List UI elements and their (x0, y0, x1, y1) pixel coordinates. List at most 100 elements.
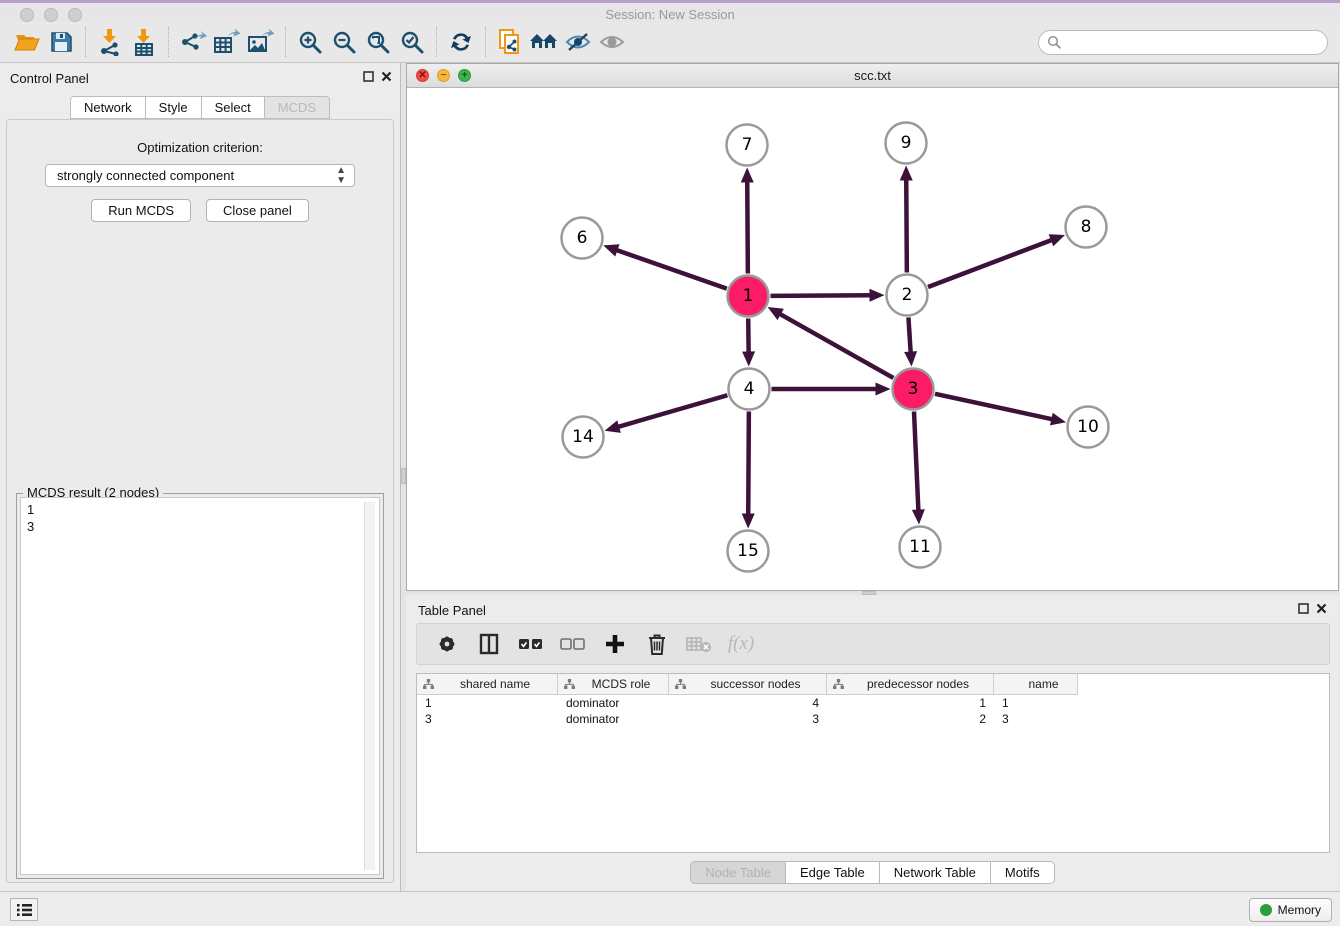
graph-edge[interactable] (906, 177, 907, 272)
column-header-shared-name[interactable]: shared name (417, 674, 558, 695)
float-panel-icon[interactable] (1298, 603, 1309, 614)
graph-edge[interactable] (615, 249, 727, 288)
graph-node-label: 6 (577, 228, 588, 248)
export-image-icon[interactable] (244, 26, 278, 58)
graph-edge-arrowhead (741, 167, 754, 182)
table-tabs: Node Table Edge Table Network Table Moti… (406, 861, 1339, 884)
zoom-out-icon[interactable] (327, 26, 361, 58)
unchecked-rows-icon[interactable] (559, 629, 587, 659)
graph-edge[interactable] (778, 313, 893, 378)
network-window-title: scc.txt (407, 68, 1338, 83)
close-panel-button[interactable]: Close panel (206, 199, 309, 222)
graph-edge-arrowhead (1050, 413, 1066, 426)
graph-edge[interactable] (747, 179, 748, 273)
tab-motifs[interactable]: Motifs (991, 861, 1055, 884)
save-icon[interactable] (44, 26, 78, 58)
column-header-successor-nodes[interactable]: successor nodes (669, 674, 827, 695)
search-input[interactable] (1038, 30, 1328, 55)
network-canvas[interactable]: 7968124314101511 (407, 88, 1338, 590)
graph-edge-arrowhead (869, 289, 884, 302)
graph-edge[interactable] (770, 295, 872, 296)
table-cell[interactable]: 1 (827, 695, 994, 711)
float-panel-icon[interactable] (363, 71, 374, 82)
import-table-icon[interactable] (127, 26, 161, 58)
tab-mcds[interactable]: MCDS (265, 96, 330, 119)
checked-rows-icon[interactable] (517, 629, 545, 659)
close-panel-icon[interactable] (381, 71, 392, 82)
graph-edge[interactable] (748, 411, 749, 516)
graph-edge-arrowhead (904, 351, 917, 366)
zoom-selected-icon[interactable] (395, 26, 429, 58)
zoom-in-icon[interactable] (293, 26, 327, 58)
column-header-MCDS-role[interactable]: MCDS role (558, 674, 669, 695)
network-view-window: ✕ − + scc.txt 7968124314101511 (406, 63, 1339, 591)
duplicate-network-icon[interactable] (493, 26, 527, 58)
result-scrollbar[interactable] (364, 502, 375, 870)
task-history-button[interactable] (10, 898, 38, 921)
table-cell[interactable]: 1 (994, 695, 1078, 711)
network-window-titlebar[interactable]: ✕ − + scc.txt (407, 64, 1338, 88)
table-cell[interactable]: 3 (417, 711, 558, 727)
toolbar-separator (485, 27, 486, 57)
memory-button[interactable]: Memory (1249, 898, 1332, 922)
graph-edge-arrowhead (742, 351, 755, 366)
search-field-wrap (1038, 30, 1328, 55)
tab-network[interactable]: Network (70, 96, 146, 119)
toolbar-separator (285, 27, 286, 57)
graph-node-label: 10 (1077, 417, 1099, 437)
tab-select[interactable]: Select (202, 96, 265, 119)
gear-icon[interactable] (433, 629, 461, 659)
show-eye-icon[interactable] (595, 26, 629, 58)
graph-edge[interactable] (616, 395, 727, 427)
graph-node-label: 14 (572, 427, 594, 447)
table-cell[interactable]: 3 (994, 711, 1078, 727)
node-table-header: shared nameMCDS rolesuccessor nodesprede… (417, 674, 1329, 695)
export-network-icon[interactable] (176, 26, 210, 58)
node-table[interactable]: shared nameMCDS rolesuccessor nodesprede… (416, 673, 1330, 853)
graph-node-label: 11 (909, 537, 931, 557)
tab-edge-table[interactable]: Edge Table (786, 861, 880, 884)
graph-edge[interactable] (914, 411, 918, 512)
node-table-body: 1dominator4113dominator323 (417, 695, 1329, 727)
zoom-fit-icon[interactable] (361, 26, 395, 58)
app-titlebar: Session: New Session (0, 3, 1340, 22)
run-mcds-button[interactable]: Run MCDS (91, 199, 191, 222)
window-title: Session: New Session (0, 7, 1340, 22)
table-panel-title: Table Panel (418, 603, 486, 618)
graph-edge[interactable] (908, 317, 910, 354)
split-column-icon[interactable] (475, 629, 503, 659)
select-stepper-icon: ▲▼ (336, 166, 346, 186)
table-row[interactable]: 3dominator323 (417, 711, 1329, 727)
mcds-result-list[interactable]: 1 3 (20, 497, 380, 875)
export-table-icon[interactable] (210, 26, 244, 58)
network-home-icon[interactable] (527, 26, 561, 58)
control-panel-title: Control Panel (10, 71, 89, 86)
import-network-icon[interactable] (93, 26, 127, 58)
tab-style[interactable]: Style (146, 96, 202, 119)
table-cell[interactable]: 4 (669, 695, 827, 711)
criterion-select[interactable]: strongly connected component ▲▼ (45, 164, 355, 187)
column-header-name[interactable]: name (994, 674, 1078, 695)
tab-network-table[interactable]: Network Table (880, 861, 991, 884)
add-column-icon[interactable] (601, 629, 629, 659)
table-cell[interactable]: dominator (558, 695, 669, 711)
close-panel-icon[interactable] (1316, 603, 1327, 614)
table-cell[interactable]: 3 (669, 711, 827, 727)
delete-table-icon[interactable] (685, 629, 713, 659)
hide-eye-icon[interactable] (561, 26, 595, 58)
refresh-layout-icon[interactable] (444, 26, 478, 58)
toolbar-separator (168, 27, 169, 57)
table-cell[interactable]: dominator (558, 711, 669, 727)
table-cell[interactable]: 2 (827, 711, 994, 727)
graph-edge[interactable] (935, 394, 1054, 420)
table-cell[interactable]: 1 (417, 695, 558, 711)
delete-column-icon[interactable] (643, 629, 671, 659)
open-folder-icon[interactable] (10, 26, 44, 58)
table-row[interactable]: 1dominator411 (417, 695, 1329, 711)
table-toolbar: f(x) (416, 623, 1330, 665)
tab-node-table[interactable]: Node Table (690, 861, 786, 884)
column-header-predecessor-nodes[interactable]: predecessor nodes (827, 674, 994, 695)
graph-edge[interactable] (928, 239, 1054, 287)
status-bar: Memory (0, 891, 1340, 926)
function-builder-icon[interactable]: f(x) (727, 629, 755, 659)
